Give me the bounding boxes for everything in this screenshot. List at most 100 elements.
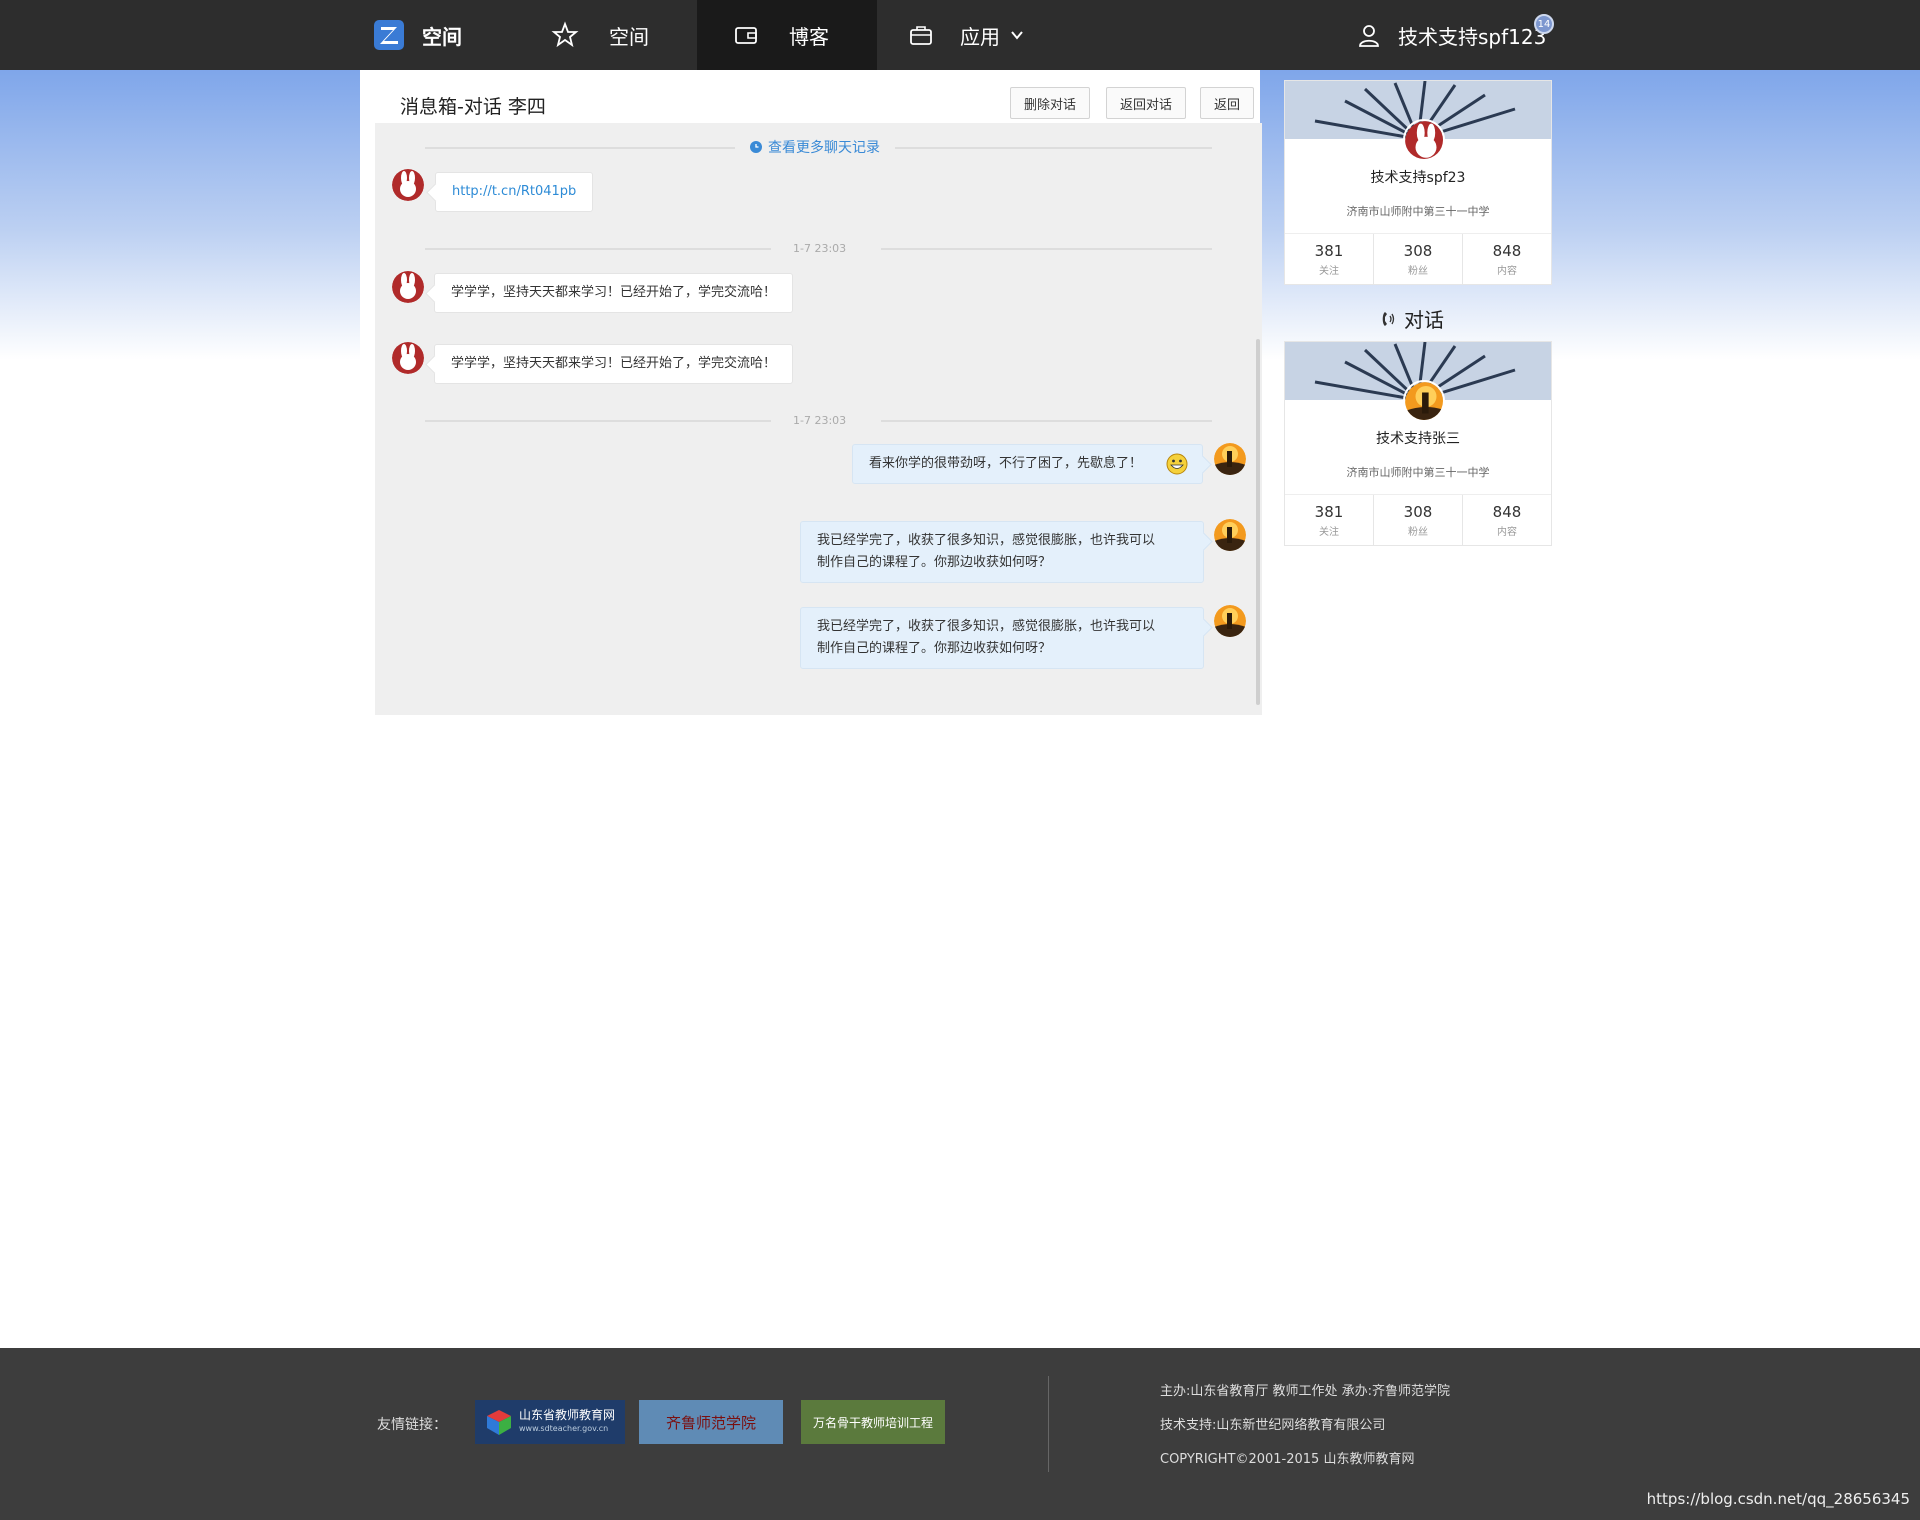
nav-logo[interactable]: 空间 <box>374 0 462 70</box>
clock-icon <box>750 141 762 153</box>
avatar[interactable] <box>1403 380 1445 422</box>
partner-logo-subtext: www.sdteacher.gov.cn <box>518 1424 609 1433</box>
footer-copyright-line: COPYRIGHT©2001-2015 山东教师教育网 <box>1160 1452 1415 1467</box>
stat-content[interactable]: 848 内容 <box>1463 495 1551 546</box>
sunset-avatar-icon <box>1405 382 1443 420</box>
z-logo-icon <box>374 20 404 50</box>
message-panel: 消息箱-对话 李四 删除对话 返回对话 返回 查看更多聊天记录 http://t… <box>360 70 1262 715</box>
stat-followers[interactable]: 308 粉丝 <box>1374 495 1463 546</box>
profile-card: 技术支持spf23 济南市山师附中第三十一中学 381 关注 308 粉丝 848 内… <box>1284 80 1552 285</box>
wallet-icon <box>735 27 757 44</box>
peer-school: 济南市山师附中第三十一中学 <box>1346 466 1490 479</box>
stat-number: 848 <box>1492 242 1522 260</box>
avatar[interactable] <box>1214 605 1246 637</box>
partner-logo-text: 山东省教师教育网 <box>518 1408 615 1422</box>
stat-number: 308 <box>1403 503 1433 521</box>
nav-user[interactable]: 技术支持spf123 <box>1356 0 1546 70</box>
nav-item-label: 空间 <box>609 24 649 49</box>
footer: 友情链接： 山东省教师教育网 www.sdteacher.gov.cn 齐鲁师范… <box>0 1348 1920 1520</box>
message-timestamp: 1-7 23:03 <box>793 242 847 255</box>
message-text-line: 制作自己的课程了。你那边收获如何呀？ <box>817 555 1052 570</box>
partner-logo-sdteacher[interactable]: 山东省教师教育网 www.sdteacher.gov.cn <box>475 1400 625 1444</box>
avatar[interactable] <box>392 342 424 374</box>
message-text-line: 制作自己的课程了。你那边收获如何呀？ <box>817 641 1052 656</box>
profile-name[interactable]: 技术支持spf23 <box>1285 167 1551 187</box>
stat-number: 308 <box>1403 242 1433 260</box>
divider-line <box>881 420 1212 422</box>
briefcase-icon <box>910 26 932 45</box>
dialog-title-text: 对话 <box>1404 308 1444 332</box>
avatar[interactable] <box>392 169 424 201</box>
stat-number: 381 <box>1314 242 1344 260</box>
cube-logo-icon <box>486 1410 511 1435</box>
footer-separator <box>1048 1376 1049 1472</box>
sunset-avatar-icon <box>1214 443 1246 475</box>
message-bubble: 看来你学的很带劲呀，不行了困了，先歇息了！ <box>852 444 1203 484</box>
stat-followers[interactable]: 308 粉丝 <box>1374 234 1463 285</box>
back-button[interactable]: 返回 <box>1200 87 1255 119</box>
message-bubble: 学学学，坚持天天都来学习！已经开始了，学完交流哈！ <box>434 344 794 384</box>
chat-scrollbar[interactable] <box>1256 339 1260 705</box>
message-bubble: 学学学，坚持天天都来学习！已经开始了，学完交流哈！ <box>434 273 794 313</box>
stat-following[interactable]: 381 关注 <box>1285 495 1374 546</box>
divider-line <box>895 147 1212 149</box>
sunset-avatar-icon <box>1214 519 1246 551</box>
user-icon <box>1359 25 1379 47</box>
stat-label: 粉丝 <box>1408 527 1428 538</box>
view-more-history-link[interactable]: 查看更多聊天记录 <box>750 137 880 157</box>
peer-card: 技术支持张三 济南市山师附中第三十一中学 381 关注 308 粉丝 848 内容 <box>1284 341 1552 546</box>
rabbit-avatar-icon <box>392 169 424 201</box>
stat-content[interactable]: 848 内容 <box>1463 234 1551 285</box>
message-bubble: 我已经学完了，收获了很多知识，感觉很膨胀，也许我可以 制作自己的课程了。你那边收… <box>800 521 1204 583</box>
back-dialog-button[interactable]: 返回对话 <box>1106 87 1187 119</box>
stat-number: 848 <box>1492 503 1522 521</box>
profile-school: 济南市山师附中第三十一中学 <box>1346 205 1490 218</box>
rabbit-avatar-icon <box>392 342 424 374</box>
message-timestamp: 1-7 23:03 <box>793 414 847 427</box>
message-link[interactable]: http://t.cn/Rt041pb <box>452 184 576 199</box>
divider-line <box>425 147 735 149</box>
nav-item-label: 应用 <box>960 24 1000 49</box>
peer-name[interactable]: 技术支持张三 <box>1285 428 1551 448</box>
stat-label: 关注 <box>1319 266 1339 277</box>
message-bubble: http://t.cn/Rt041pb <box>435 172 594 212</box>
view-more-label: 查看更多聊天记录 <box>768 140 880 156</box>
stat-label: 粉丝 <box>1408 266 1428 277</box>
notification-badge[interactable]: 14 <box>1534 14 1554 34</box>
partner-logo-training[interactable]: 万名骨干教师培训工程 <box>801 1400 945 1444</box>
dialog-section-title: 对话 <box>1380 304 1444 333</box>
phone-icon <box>1382 311 1395 326</box>
divider-line <box>425 420 771 422</box>
stat-label: 内容 <box>1497 527 1517 538</box>
avatar[interactable] <box>1214 519 1246 551</box>
divider-line <box>881 248 1212 250</box>
message-text-line: 我已经学完了，收获了很多知识，感觉很膨胀，也许我可以 <box>817 619 1156 634</box>
peer-stats: 381 关注 308 粉丝 848 内容 <box>1285 494 1551 546</box>
partner-logo-qilu[interactable]: 齐鲁师范学院 <box>639 1400 783 1444</box>
nav-item-space[interactable]: 空间 <box>551 0 649 70</box>
rabbit-avatar-icon <box>392 271 424 303</box>
avatar[interactable] <box>392 271 424 303</box>
message-text-line: 我已经学完了，收获了很多知识，感觉很膨胀，也许我可以 <box>817 533 1156 548</box>
stat-label: 关注 <box>1319 527 1339 538</box>
footer-support-line: 技术支持:山东新世纪网络教育有限公司 <box>1160 1418 1386 1433</box>
grin-emoji-icon <box>1166 453 1188 475</box>
stat-label: 内容 <box>1497 266 1517 277</box>
rabbit-avatar-icon <box>1405 121 1443 159</box>
avatar[interactable] <box>1403 119 1445 161</box>
avatar[interactable] <box>1214 443 1246 475</box>
divider-line <box>425 248 771 250</box>
chat-area: 查看更多聊天记录 http://t.cn/Rt041pb 1-7 23:03 学… <box>375 123 1262 715</box>
footer-sponsor-line: 主办:山东省教育厅 教师工作处 承办:齐鲁师范学院 <box>1160 1384 1451 1399</box>
stat-number: 381 <box>1314 503 1344 521</box>
stat-following[interactable]: 381 关注 <box>1285 234 1374 285</box>
watermark: https://blog.csdn.net/qq_28656345 <box>1646 1490 1910 1508</box>
message-bubble: 我已经学完了，收获了很多知识，感觉很膨胀，也许我可以 制作自己的课程了。你那边收… <box>800 607 1204 669</box>
star-icon <box>551 21 579 48</box>
delete-dialog-button[interactable]: 删除对话 <box>1010 87 1091 119</box>
chevron-down-icon <box>1011 31 1023 40</box>
sunset-avatar-icon <box>1214 605 1246 637</box>
nav-item-apps[interactable]: 应用 <box>908 0 1024 70</box>
nav-item-blog[interactable]: 博客 <box>697 0 877 70</box>
message-text: 看来你学的很带劲呀，不行了困了，先歇息了！ <box>869 456 1143 471</box>
